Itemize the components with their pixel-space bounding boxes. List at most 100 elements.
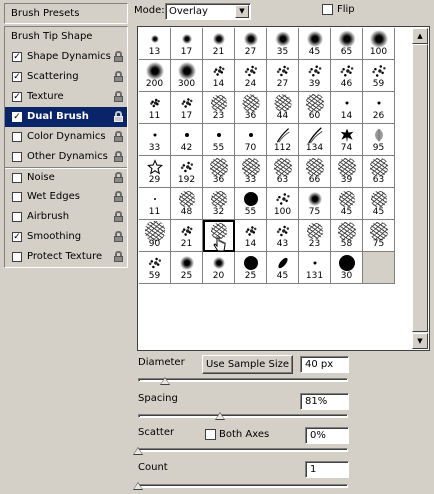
brush-tip-cell[interactable]: 25 [235,252,267,284]
brush-tip-cell[interactable]: 55 [235,188,267,220]
both-axes-checkbox[interactable] [205,429,216,440]
brush-tip-cell[interactable]: 20 [203,252,235,284]
spacing-slider-thumb[interactable] [214,412,225,420]
option-checkbox[interactable]: ✓ [12,72,22,82]
brush-tip-cell[interactable]: 48 [171,188,203,220]
brush-tip-cell[interactable]: 42 [171,124,203,156]
brush-tip-cell[interactable]: 39 [331,156,363,188]
brush-tip-cell[interactable]: 75 [299,188,331,220]
brush-tip-cell[interactable]: 32 [203,188,235,220]
brush-tip-cell[interactable]: 134 [299,124,331,156]
brush-tip-cell[interactable]: 58 [331,220,363,252]
spacing-slider-track[interactable] [138,414,348,418]
option-item[interactable]: Wet Edges [5,187,127,207]
scatter-slider-track[interactable] [138,448,348,452]
lock-icon[interactable] [114,151,123,162]
scroll-up-icon[interactable]: ▲ [412,28,428,44]
brush-tip-cell[interactable]: 23 [299,220,331,252]
option-item[interactable]: Airbrush [5,207,127,227]
option-checkbox[interactable]: ✓ [12,232,22,242]
option-checkbox[interactable] [12,132,22,142]
brush-tip-cell[interactable]: 23 [203,92,235,124]
brush-tip-cell[interactable]: 100 [363,28,395,60]
brush-tip-cell[interactable]: 192 [171,156,203,188]
brush-tip-cell[interactable]: 95 [363,124,395,156]
option-checkbox[interactable]: ✓ [12,112,22,122]
use-sample-size-button[interactable]: Use Sample Size [202,355,293,374]
brush-tip-cell[interactable]: 33 [235,156,267,188]
brush-tip-cell[interactable]: 17 [171,28,203,60]
brush-tip-cell[interactable]: 36 [235,92,267,124]
diameter-slider-thumb[interactable] [160,377,171,385]
brush-tip-cell[interactable]: 300 [171,60,203,92]
brush-tip-cell[interactable]: 63 [267,156,299,188]
brush-tip-cell[interactable]: 200 [139,60,171,92]
brush-tip-cell[interactable]: 21 [171,220,203,252]
option-item[interactable]: Protect Texture [5,247,127,267]
option-checkbox[interactable] [12,152,22,162]
option-item[interactable]: ✓ Dual Brush [5,107,127,127]
brush-tip-cell[interactable]: 45 [267,252,299,284]
brush-tip-cell[interactable]: 65 [331,28,363,60]
option-item[interactable]: ✓ Shape Dynamics [5,47,127,67]
option-item[interactable]: ✓ Scattering [5,67,127,87]
brush-tip-cell[interactable]: 63 [363,156,395,188]
option-item[interactable]: ✓ Smoothing [5,227,127,247]
option-checkbox[interactable] [12,192,22,202]
brush-tip-cell[interactable]: 43 [267,220,299,252]
count-slider-track[interactable] [138,484,348,488]
lock-icon[interactable] [114,111,123,122]
brush-tip-cell[interactable]: 33 [139,124,171,156]
spacing-field[interactable]: 81% [300,393,349,410]
brush-tip-cell[interactable]: 90 [139,220,171,252]
option-item[interactable]: ✓ Texture [5,87,127,107]
brush-tip-cell[interactable]: 14 [235,220,267,252]
brush-tip-shape-item[interactable]: Brush Tip Shape [5,27,127,47]
brush-tip-cell[interactable]: 59 [139,252,171,284]
brush-tip-cell[interactable]: 60 [299,92,331,124]
brush-tip-cell[interactable]: 35 [267,28,299,60]
lock-icon[interactable] [114,91,123,102]
brush-tip-cell[interactable]: 25 [171,252,203,284]
lock-icon[interactable] [114,51,123,62]
brush-tip-cell[interactable]: 45 [363,188,395,220]
lock-icon[interactable] [114,131,123,142]
scatter-slider-thumb[interactable] [133,447,143,455]
lock-icon[interactable] [114,71,123,82]
mode-select[interactable]: Overlay ▼ [165,3,251,20]
count-field[interactable]: 1 [305,461,349,478]
flip-checkbox[interactable] [322,4,333,15]
option-item[interactable]: Color Dynamics [5,127,127,147]
brush-tip-cell[interactable]: 14 [203,60,235,92]
brush-tip-cell[interactable]: 11 [139,188,171,220]
scatter-field[interactable]: 0% [305,427,349,444]
brush-tip-cell[interactable]: 45 [331,188,363,220]
brush-tip-cell[interactable]: 26 [363,92,395,124]
brush-tip-cell[interactable]: 66 [299,156,331,188]
brush-tip-cell[interactable]: 46 [331,60,363,92]
lock-icon[interactable] [114,191,123,202]
diameter-field[interactable]: 40 px [300,356,349,373]
brush-tip-cell[interactable]: 14 [331,92,363,124]
brush-tip-cell[interactable]: 30 [331,252,363,284]
brush-tip-cell[interactable]: 45 [299,28,331,60]
brush-tip-cell[interactable]: 74 [331,124,363,156]
lock-icon[interactable] [114,172,123,183]
lock-icon[interactable] [114,211,123,222]
brush-presets-item[interactable]: Brush Presets [4,3,128,24]
chevron-down-icon[interactable]: ▼ [235,5,249,18]
brush-tip-cell[interactable]: 13 [139,28,171,60]
brush-tip-cell[interactable]: 70 [235,124,267,156]
brush-tip-cell[interactable]: 131 [299,252,331,284]
option-checkbox[interactable] [12,212,22,222]
option-checkbox[interactable]: ✓ [12,92,22,102]
brush-tip-cell[interactable]: 11 [139,92,171,124]
brush-tip-cell[interactable]: 55 [203,124,235,156]
brush-tip-cell[interactable]: 36 [203,156,235,188]
brush-scrollbar[interactable]: ▲ ▼ [412,28,428,349]
count-slider-thumb[interactable] [133,482,143,490]
brush-tip-cell[interactable]: 112 [267,124,299,156]
brush-tip-cell[interactable]: 44 [267,92,299,124]
option-checkbox[interactable] [12,252,22,262]
brush-tip-cell[interactable]: 29 [139,156,171,188]
